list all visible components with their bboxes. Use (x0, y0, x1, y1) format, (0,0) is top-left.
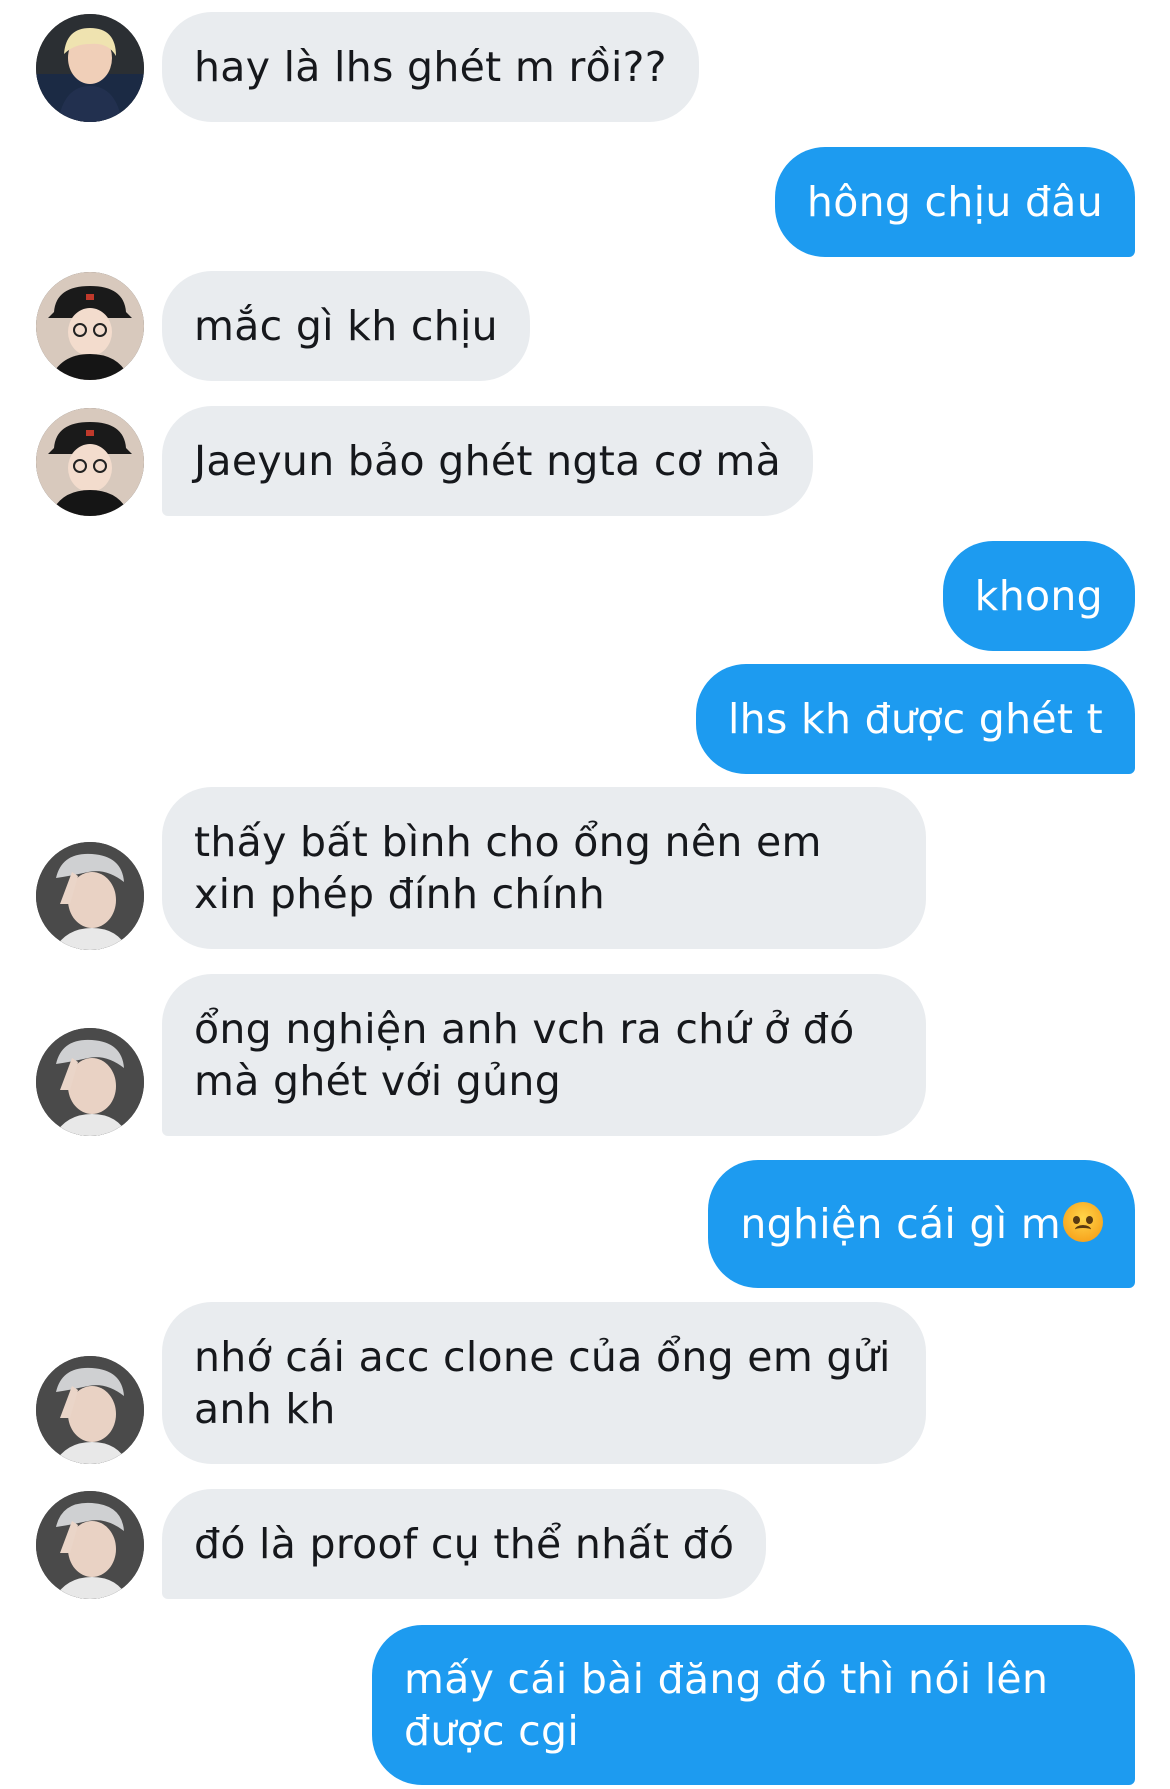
sender-avatar[interactable] (36, 408, 144, 516)
sender-avatar[interactable] (36, 1356, 144, 1464)
message-text: lhs kh được ghét t (727, 695, 1103, 743)
message-bubble[interactable]: hay là lhs ghét m rồi?? (162, 12, 699, 122)
angry-face-icon (1063, 1202, 1103, 1242)
sender-avatar[interactable] (36, 272, 144, 380)
message-text: đó là proof cụ thể nhất đó (194, 1520, 735, 1568)
message-bubble[interactable]: nhớ cái acc clone của ổng em gửi anh kh (162, 1302, 926, 1464)
message-text: nhớ cái acc clone của ổng em gửi anh kh (194, 1333, 905, 1433)
message-text: Jaeyun bảo ghét ngta cơ mà (194, 437, 782, 485)
message-bubble[interactable]: hông chịu đâu (774, 147, 1135, 257)
message-bubble[interactable]: nghiện cái gì m (708, 1160, 1135, 1288)
sender-avatar[interactable] (36, 842, 144, 950)
message-bubble[interactable]: đó là proof cụ thể nhất đó (162, 1489, 767, 1599)
message-text: thấy bất bình cho ổng nên em xin phép đí… (194, 818, 836, 918)
message-text: hông chịu đâu (806, 178, 1103, 226)
sender-avatar[interactable] (36, 1028, 144, 1136)
conversation-thread: hay là lhs ghét m rồi?? hông chịu đâu mắ… (0, 0, 1170, 1789)
message-text: khong (974, 572, 1103, 620)
message-bubble[interactable]: thấy bất bình cho ổng nên em xin phép đí… (162, 787, 926, 949)
sender-avatar[interactable] (36, 14, 144, 122)
message-text: mắc gì kh chịu (194, 302, 498, 350)
message-bubble[interactable]: Jaeyun bảo ghét ngta cơ mà (162, 406, 814, 516)
message-bubble[interactable]: khong (942, 541, 1135, 651)
message-text: nghiện cái gì m (740, 1200, 1061, 1248)
message-bubble[interactable]: mắc gì kh chịu (162, 271, 530, 381)
message-bubble[interactable]: lhs kh được ghét t (695, 664, 1135, 774)
message-bubble[interactable]: ổng nghiện anh vch ra chứ ở đó mà ghét v… (162, 974, 926, 1136)
message-bubble[interactable]: mấy cái bài đăng đó thì nói lên được cgi (372, 1625, 1135, 1785)
message-text: hay là lhs ghét m rồi?? (194, 43, 667, 91)
message-text: ổng nghiện anh vch ra chứ ở đó mà ghét v… (194, 1005, 868, 1105)
sender-avatar[interactable] (36, 1491, 144, 1599)
message-text: mấy cái bài đăng đó thì nói lên được cgi (404, 1655, 1062, 1755)
